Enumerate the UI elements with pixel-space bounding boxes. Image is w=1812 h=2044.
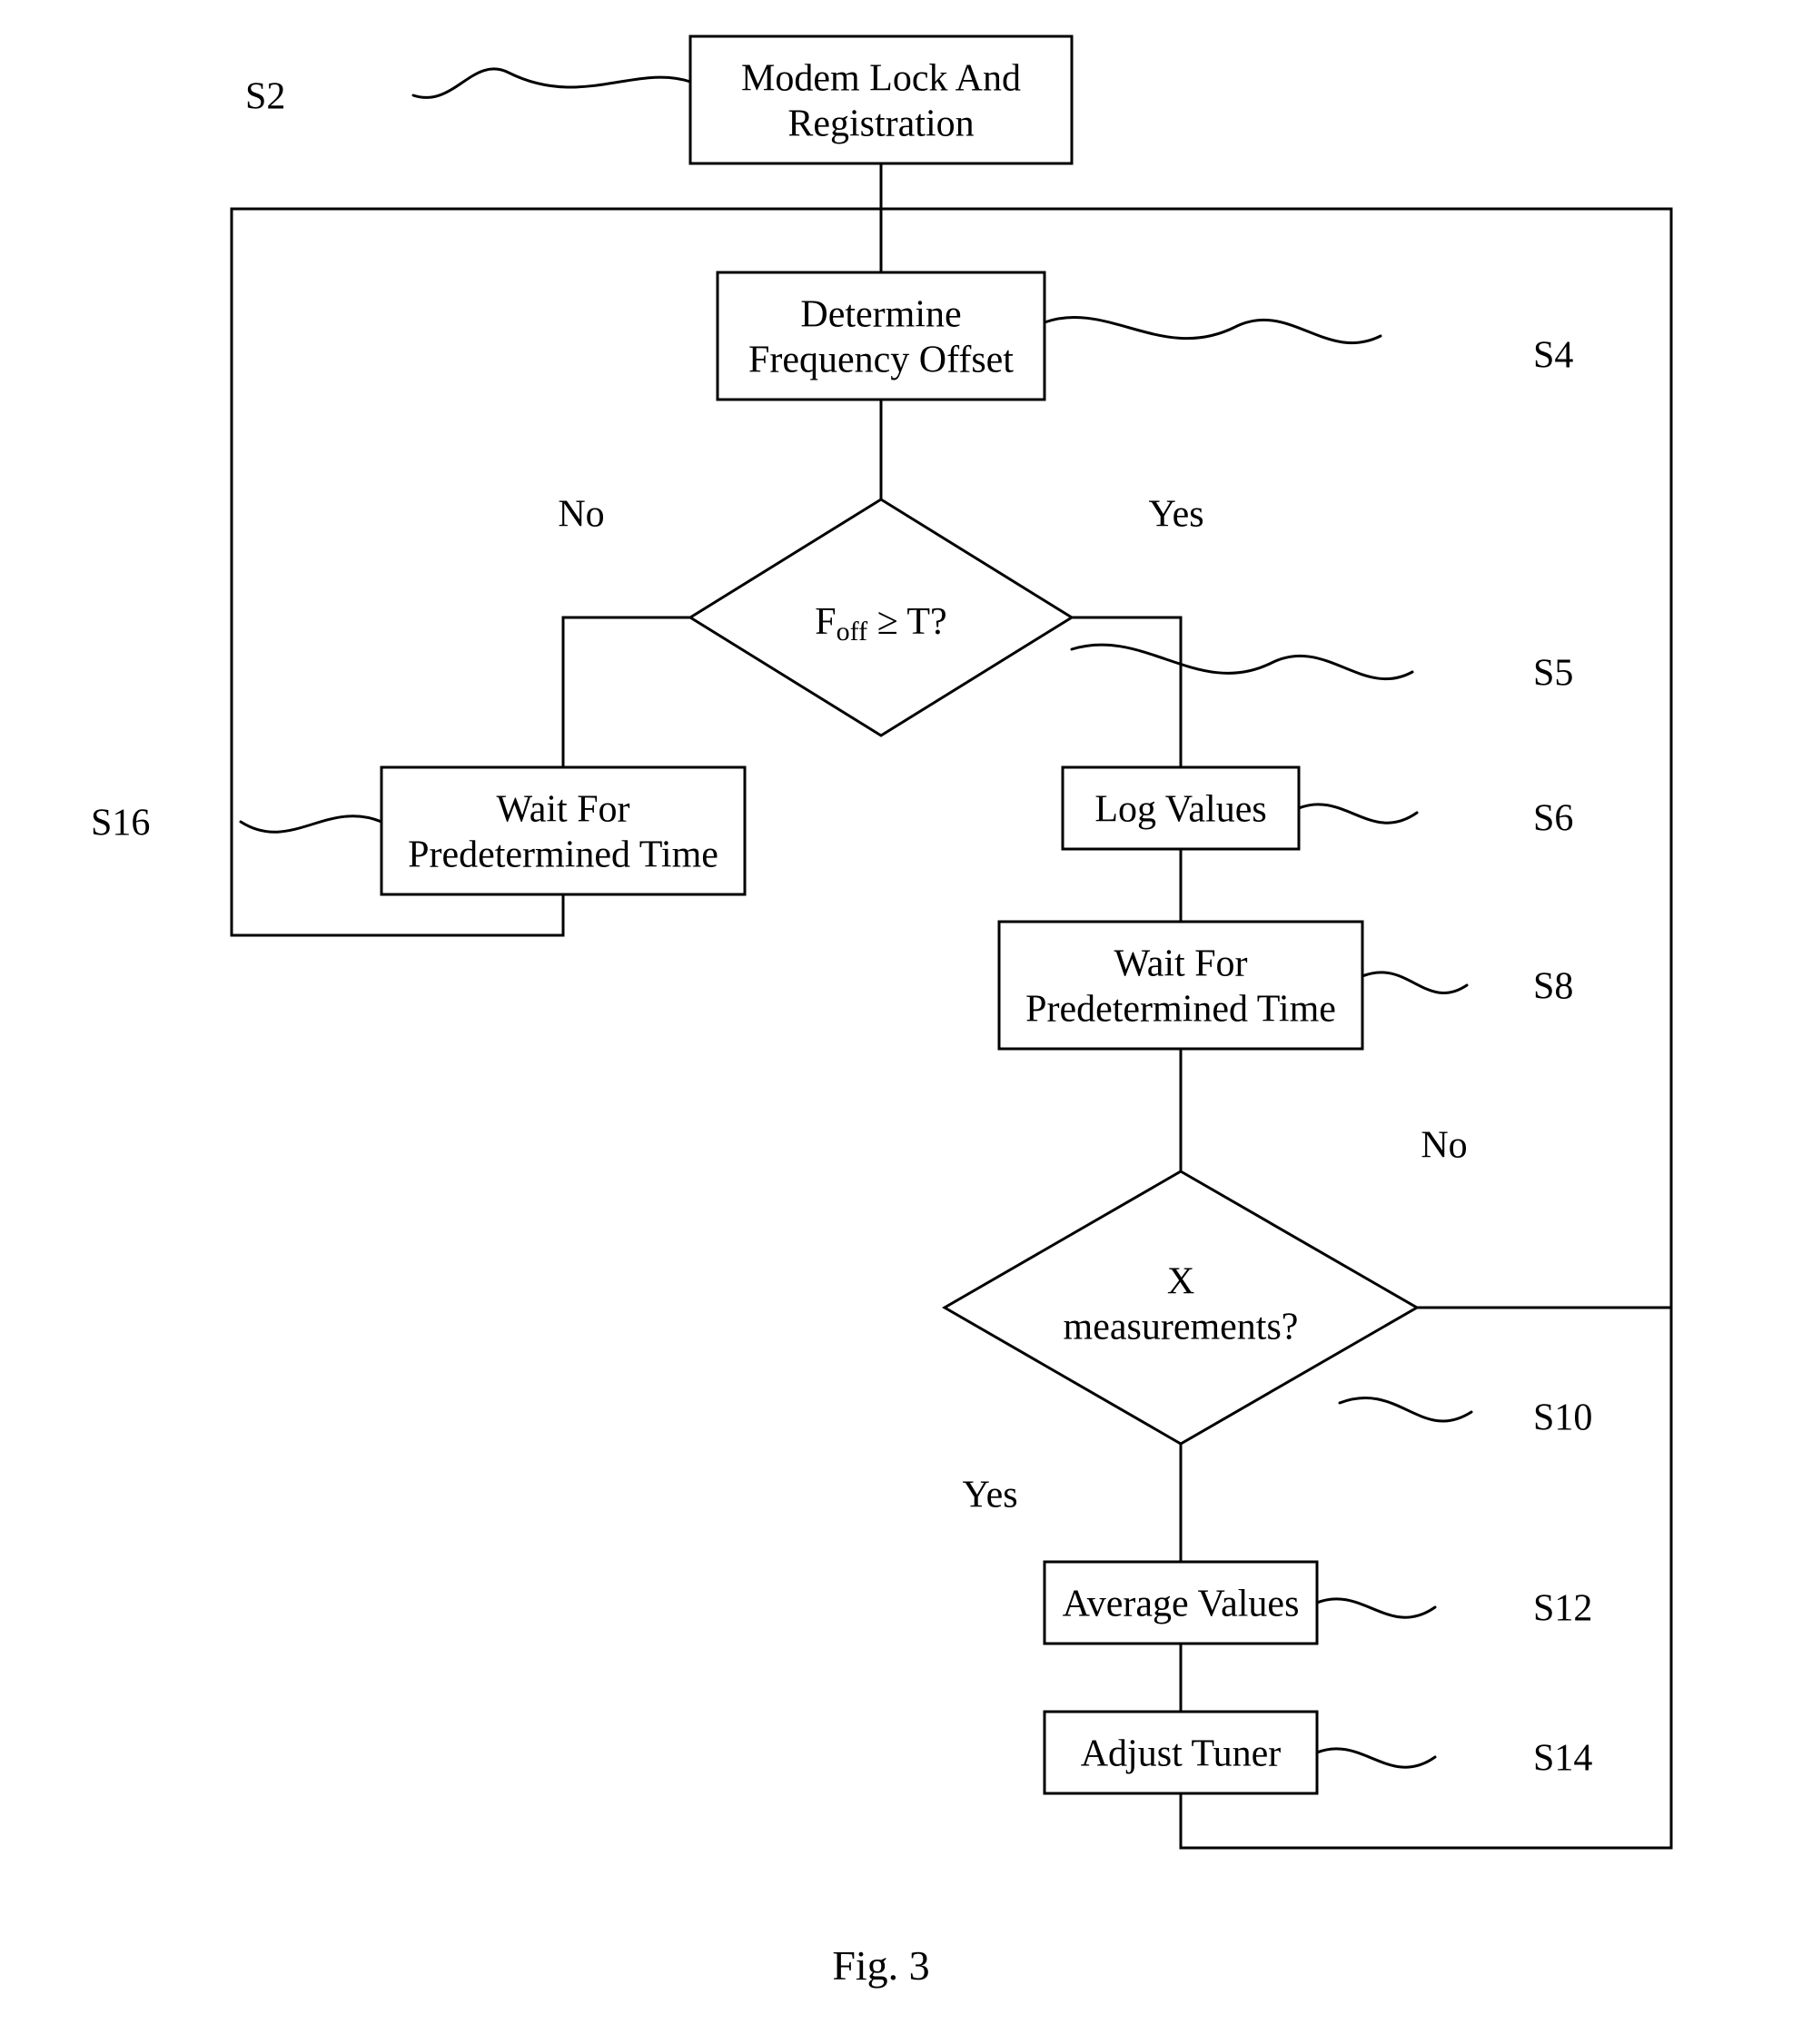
- callout-s16-squiggle: [241, 816, 381, 833]
- callout-s6-squiggle: [1299, 805, 1417, 823]
- callout-s12-squiggle: [1317, 1599, 1435, 1617]
- edge-s5-yes: [1072, 617, 1181, 767]
- callout-s2-squiggle: [413, 69, 690, 98]
- callout-s4-squiggle: [1045, 317, 1381, 342]
- callout-s2-label: S2: [245, 76, 285, 118]
- callout-s8-label: S8: [1533, 966, 1573, 1008]
- callout-s14-label: S14: [1533, 1738, 1592, 1780]
- box-s16-line2: Predetermined Time: [408, 834, 718, 876]
- box-s8-line1: Wait For: [1114, 943, 1247, 985]
- callout-s14-squiggle: [1317, 1749, 1435, 1767]
- box-s2-line2: Registration: [787, 104, 974, 145]
- box-s2-line1: Modem Lock And: [741, 58, 1021, 100]
- branch-no-s5: No: [558, 494, 604, 536]
- box-s4-line2: Frequency Offset: [748, 340, 1014, 381]
- callout-s16-label: S16: [91, 803, 150, 844]
- box-s16-line1: Wait For: [496, 789, 629, 831]
- diamond-s10-line1: X: [1167, 1261, 1194, 1303]
- box-s12-text: Average Values: [1063, 1584, 1300, 1625]
- callout-s6-label: S6: [1533, 798, 1573, 840]
- branch-no-s10: No: [1421, 1125, 1467, 1167]
- callout-s5-squiggle: [1072, 645, 1412, 679]
- callout-s12-label: S12: [1533, 1588, 1592, 1630]
- diamond-s5-text: Foff ≥ T?: [815, 601, 946, 647]
- box-s6-text: Log Values: [1094, 789, 1266, 831]
- branch-yes-s5: Yes: [1148, 494, 1203, 536]
- callout-s5-label: S5: [1533, 653, 1573, 695]
- branch-yes-s10: Yes: [962, 1475, 1017, 1516]
- callout-s10-squiggle: [1340, 1397, 1471, 1421]
- box-s8-line2: Predetermined Time: [1025, 989, 1336, 1031]
- edge-s5-no: [563, 617, 690, 767]
- flowchart: Modem Lock And Registration S2 Determine…: [0, 0, 1812, 2044]
- diamond-s10-line2: measurements?: [1064, 1307, 1299, 1348]
- figure-caption: Fig. 3: [832, 1942, 929, 1989]
- box-s14-text: Adjust Tuner: [1081, 1733, 1282, 1775]
- box-s4-line1: Determine: [800, 294, 961, 336]
- callout-s4-label: S4: [1533, 335, 1573, 377]
- callout-s10-label: S10: [1533, 1397, 1592, 1439]
- callout-s8-squiggle: [1362, 973, 1467, 993]
